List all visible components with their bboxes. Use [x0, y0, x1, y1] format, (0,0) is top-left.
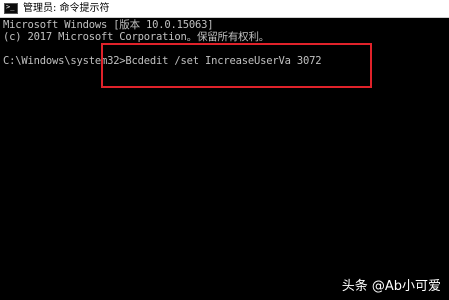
- title-bar[interactable]: >_ 管理员: 命令提示符: [0, 0, 449, 18]
- command-prompt-window: >_ 管理员: 命令提示符 Microsoft Windows [版本 10.0…: [0, 0, 449, 300]
- console-line-version: Microsoft Windows [版本 10.0.15063]: [3, 19, 214, 31]
- command-highlight-box: [101, 43, 372, 88]
- console-line-copyright: (c) 2017 Microsoft Corporation。保留所有权利。: [3, 31, 270, 43]
- watermark-text: 头条 @Ab小可爱: [341, 279, 441, 294]
- cmd-icon: >_: [4, 3, 18, 14]
- window-title: 管理员: 命令提示符: [23, 3, 110, 14]
- console-area[interactable]: Microsoft Windows [版本 10.0.15063] (c) 20…: [0, 18, 449, 300]
